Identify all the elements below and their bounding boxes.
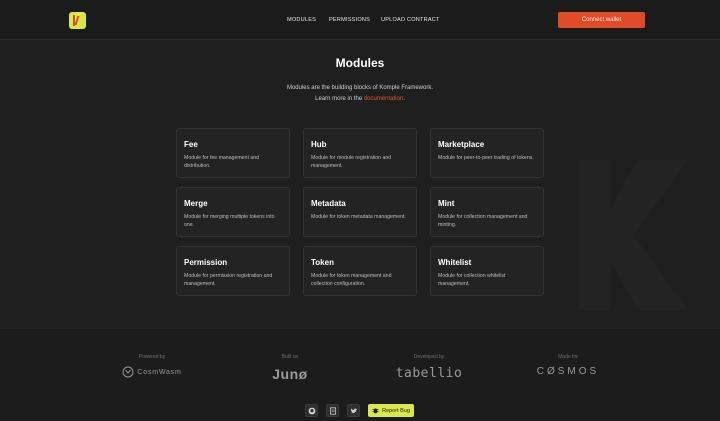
- sponsor-juno[interactable]: Built on Junø: [260, 354, 320, 382]
- connect-wallet-button[interactable]: Connect wallet: [558, 12, 645, 28]
- nav-modules[interactable]: MODULES: [287, 17, 316, 23]
- sponsor-cosmos[interactable]: Made for CØSMOS: [528, 354, 608, 377]
- social-links: [305, 404, 360, 417]
- module-card-hub[interactable]: Hub Module for module registration and m…: [303, 128, 417, 178]
- subtitle-line-2: Learn more in the documentation.: [0, 94, 720, 105]
- module-card-permission[interactable]: Permission Module for permission registr…: [176, 246, 290, 296]
- sponsor-caption: Built on: [281, 354, 299, 360]
- module-card-metadata[interactable]: Metadata Module for token metadata manag…: [303, 187, 417, 237]
- tabellio-logo: tabellio: [395, 366, 463, 381]
- top-navigation-bar: MODULES PERMISSIONS UPLOAD CONTRACT Conn…: [0, 0, 720, 40]
- sponsor-caption: Powered by: [138, 354, 166, 360]
- module-card-fee[interactable]: Fee Module for fee management and distri…: [176, 128, 290, 178]
- card-description: Module for token metadata management.: [311, 214, 406, 220]
- sponsor-tabellio[interactable]: Developed by tabellio: [389, 354, 469, 381]
- nav-permissions[interactable]: PERMISSIONS: [329, 17, 370, 23]
- module-card-token[interactable]: Token Module for token management and co…: [303, 246, 417, 296]
- page-title: Modules: [335, 56, 385, 70]
- card-title: Fee: [184, 140, 198, 149]
- report-bug-button[interactable]: Report Bug: [368, 404, 414, 417]
- card-description: Module for token management and collecti…: [311, 273, 392, 287]
- card-title: Whitelist: [438, 258, 472, 267]
- twitter-icon[interactable]: [347, 404, 360, 417]
- page-subtitle: Modules are the building blocks of Kompl…: [0, 83, 720, 105]
- card-title: Mint: [438, 199, 455, 208]
- module-card-marketplace[interactable]: Marketplace Module for peer-to-peer trad…: [430, 128, 544, 178]
- card-title: Merge: [184, 199, 208, 208]
- page: MODULES PERMISSIONS UPLOAD CONTRACT Conn…: [0, 0, 720, 421]
- documentation-link[interactable]: documentation: [364, 96, 403, 102]
- card-description: Module for fee management and distributi…: [184, 155, 259, 169]
- card-title: Marketplace: [438, 140, 485, 149]
- nav-upload-contract[interactable]: UPLOAD CONTRACT: [381, 17, 440, 23]
- cosmos-logo: CØSMOS: [536, 366, 600, 377]
- cosmwasm-logo: CosmWasm: [112, 366, 192, 378]
- github-icon[interactable]: [305, 404, 318, 417]
- subtitle-suffix: .: [403, 96, 405, 102]
- module-card-merge[interactable]: Merge Module for merging multiple tokens…: [176, 187, 290, 237]
- card-description: Module for collection whitelist manageme…: [438, 273, 506, 287]
- sponsor-cosmwasm[interactable]: Powered by CosmWasm: [112, 354, 192, 378]
- card-description: Module for peer-to-peer trading of token…: [438, 155, 534, 161]
- report-bug-label: Report Bug: [382, 407, 410, 414]
- docs-icon[interactable]: [326, 404, 339, 417]
- komple-watermark-icon: [578, 160, 688, 310]
- footer: [0, 328, 720, 421]
- module-card-mint[interactable]: Mint Module for collection management an…: [430, 187, 544, 237]
- card-title: Permission: [184, 258, 228, 267]
- sponsor-caption: Made for: [558, 354, 578, 360]
- card-description: Module for merging multiple tokens into …: [184, 214, 275, 228]
- card-description: Module for permission registration and m…: [184, 273, 273, 287]
- sponsor-caption: Developed by: [413, 354, 445, 360]
- cosmwasm-icon: [122, 366, 134, 378]
- card-title: Hub: [311, 140, 327, 149]
- bug-icon: [372, 408, 379, 414]
- juno-logo: Junø: [272, 366, 308, 382]
- subtitle-line-1: Modules are the building blocks of Kompl…: [286, 85, 434, 91]
- card-title: Token: [311, 258, 334, 267]
- module-card-whitelist[interactable]: Whitelist Module for collection whitelis…: [430, 246, 544, 296]
- cosmwasm-name: CosmWasm: [137, 368, 182, 376]
- card-description: Module for collection management and min…: [438, 214, 528, 228]
- subtitle-prefix: Learn more in the: [315, 96, 364, 102]
- card-description: Module for module registration and manag…: [311, 155, 392, 169]
- card-title: Metadata: [311, 199, 346, 208]
